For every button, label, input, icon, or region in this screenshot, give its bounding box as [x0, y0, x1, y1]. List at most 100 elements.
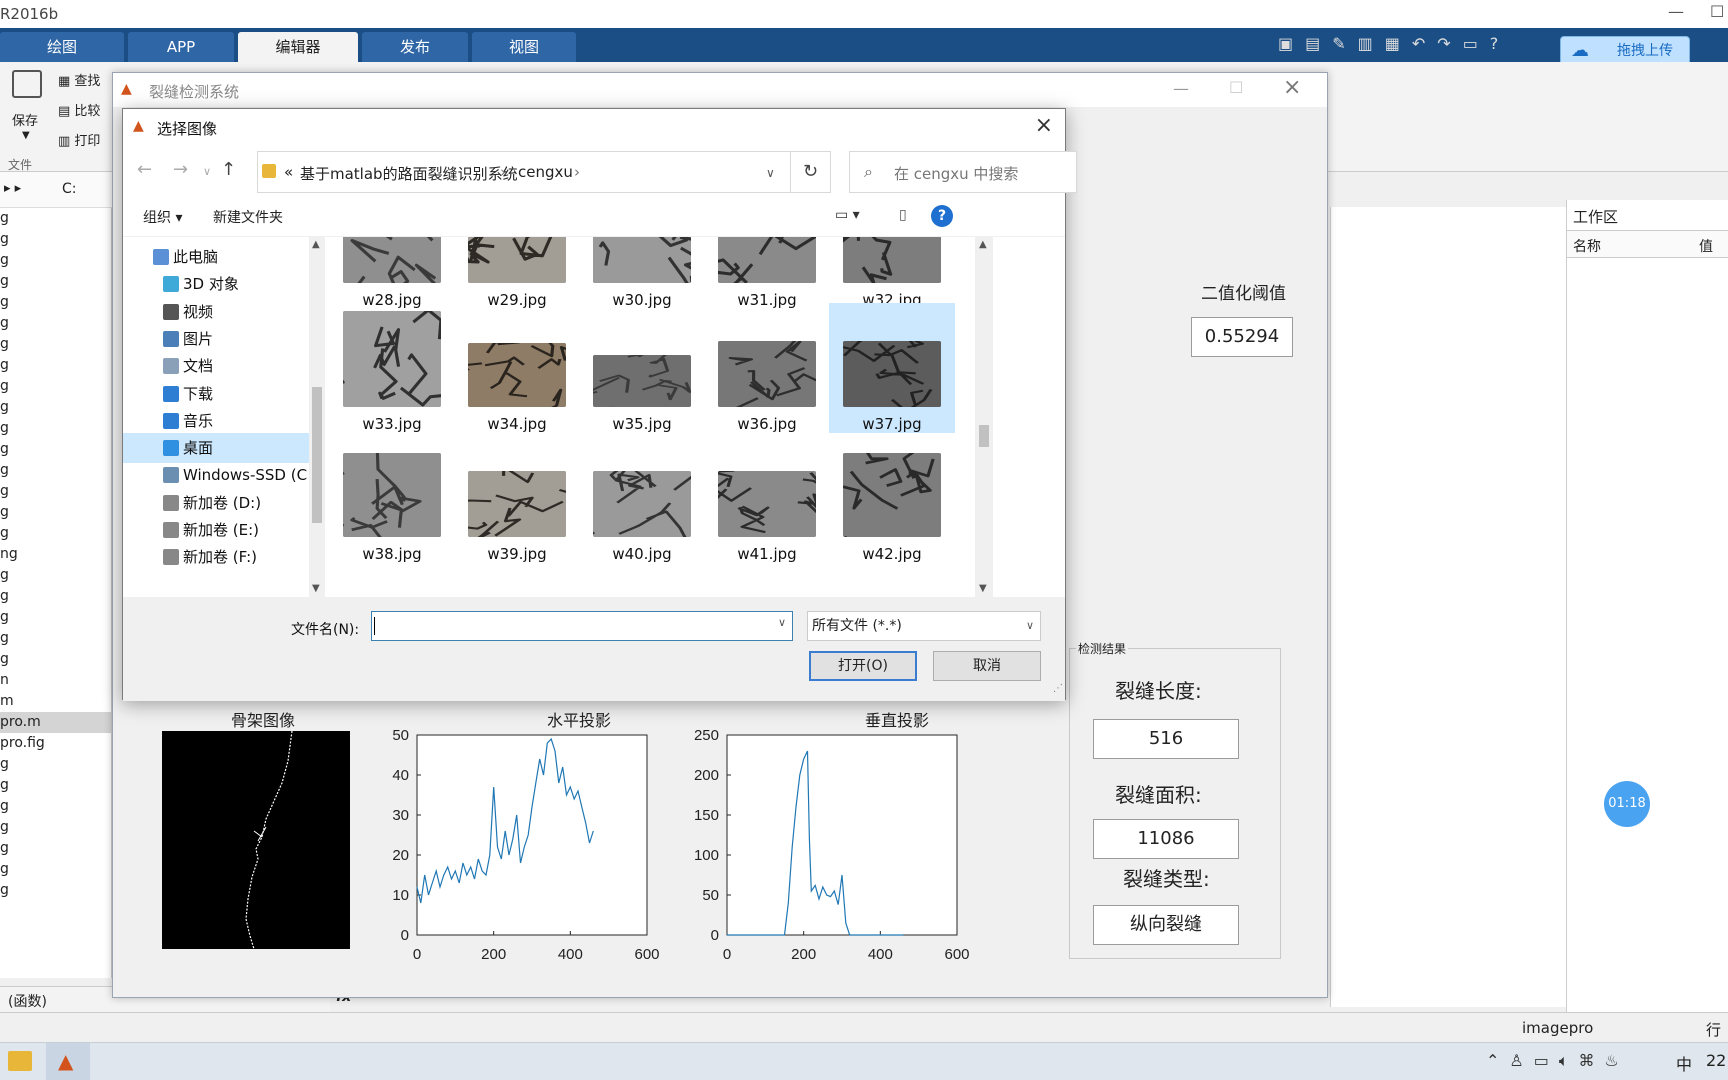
save-button[interactable]: 保存: [12, 110, 38, 129]
file-list-item[interactable]: g: [0, 649, 111, 670]
file-list-item[interactable]: g: [0, 565, 111, 586]
save-icon[interactable]: [12, 70, 42, 98]
breadcrumb-item[interactable]: 基于matlab的路面裂缝识别系统: [300, 163, 518, 184]
file-thumbnail[interactable]: w33.jpg: [329, 303, 455, 433]
chevron-down-icon[interactable]: ∨: [203, 165, 211, 178]
file-list-item[interactable]: m: [0, 691, 111, 712]
close-icon[interactable]: ×: [1035, 113, 1053, 138]
nav-item[interactable]: 下载: [123, 379, 309, 409]
print-button[interactable]: ▥ 打印: [58, 130, 100, 149]
file-list-item[interactable]: g: [0, 376, 111, 397]
tab-plots[interactable]: 绘图: [0, 32, 124, 62]
file-list-item[interactable]: g: [0, 460, 111, 481]
back-icon[interactable]: ←: [137, 159, 152, 180]
file-list-item[interactable]: g: [0, 859, 111, 880]
file-type-filter[interactable]: 所有文件 (*.*) ∨: [807, 611, 1041, 641]
file-list-item[interactable]: g: [0, 754, 111, 775]
file-thumbnail[interactable]: w37.jpg: [829, 303, 955, 433]
breadcrumb-sep-icon[interactable]: ›: [574, 163, 580, 181]
file-thumbnail[interactable]: w29.jpg: [454, 237, 580, 309]
file-list-item[interactable]: g: [0, 481, 111, 502]
nav-scrollbar[interactable]: ▲ ▼: [309, 237, 325, 597]
quick-access-icons[interactable]: ▣▤✎▥▦↶↷▭?: [1278, 34, 1510, 53]
file-list-item[interactable]: g: [0, 439, 111, 460]
file-list-item[interactable]: g: [0, 229, 111, 250]
file-thumbnail[interactable]: w40.jpg: [579, 437, 705, 567]
cancel-button[interactable]: 取消: [933, 651, 1041, 681]
scroll-down-icon[interactable]: ▼: [312, 583, 320, 594]
file-thumbnail[interactable]: w28.jpg: [329, 237, 455, 309]
nav-item[interactable]: 音乐: [123, 406, 309, 436]
file-list-item[interactable]: g: [0, 775, 111, 796]
breadcrumb-prefix[interactable]: «: [284, 163, 293, 181]
threshold-field[interactable]: 0.55294: [1191, 317, 1293, 357]
file-thumbnail[interactable]: w41.jpg: [704, 437, 830, 567]
file-thumbnail[interactable]: w42.jpg: [829, 437, 955, 567]
compare-button[interactable]: ▤ 比较: [58, 100, 100, 119]
nav-item[interactable]: 新加卷 (E:): [123, 515, 309, 545]
scroll-up-icon[interactable]: ▲: [979, 239, 987, 250]
resize-grip-icon[interactable]: ⋰: [1053, 683, 1063, 694]
maximize-icon[interactable]: ☐: [1710, 2, 1724, 21]
crack-length-field[interactable]: 516: [1093, 719, 1239, 759]
file-thumbnail[interactable]: w38.jpg: [329, 437, 455, 567]
close-icon[interactable]: ×: [1283, 75, 1301, 100]
file-list-item[interactable]: pro.m: [0, 712, 111, 733]
minimize-icon[interactable]: —: [1668, 2, 1684, 21]
file-thumbnail[interactable]: w36.jpg: [704, 303, 830, 433]
file-list-item[interactable]: g: [0, 586, 111, 607]
file-list-item[interactable]: g: [0, 418, 111, 439]
file-list-item[interactable]: g: [0, 250, 111, 271]
file-thumbnail[interactable]: w32.jpg: [829, 237, 955, 309]
minimize-icon[interactable]: —: [1173, 79, 1189, 98]
open-button[interactable]: 打开(O): [809, 651, 917, 681]
file-thumbnail[interactable]: w39.jpg: [454, 437, 580, 567]
chevron-down-icon[interactable]: ∨: [766, 166, 775, 180]
file-list-item[interactable]: pro.fig: [0, 733, 111, 754]
tab-editor[interactable]: 编辑器: [238, 32, 358, 62]
file-thumbnail[interactable]: w30.jpg: [579, 237, 705, 309]
file-explorer-icon[interactable]: [8, 1051, 32, 1071]
nav-item[interactable]: 视频: [123, 297, 309, 327]
scroll-up-icon[interactable]: ▲: [312, 239, 320, 250]
nav-item[interactable]: 此电脑: [123, 242, 309, 272]
taskbar-clock[interactable]: 22: [1706, 1051, 1726, 1070]
filename-input[interactable]: ∨: [371, 611, 793, 641]
file-list-item[interactable]: g: [0, 355, 111, 376]
file-list-item[interactable]: g: [0, 607, 111, 628]
chevron-down-icon[interactable]: ▼: [22, 130, 30, 141]
nav-item[interactable]: 3D 对象: [123, 269, 309, 299]
file-list-item[interactable]: ng: [0, 544, 111, 565]
crack-type-field[interactable]: 纵向裂缝: [1093, 905, 1239, 945]
nav-item[interactable]: 新加卷 (D:): [123, 488, 309, 518]
file-list-item[interactable]: g: [0, 334, 111, 355]
nav-item[interactable]: 桌面: [123, 433, 309, 464]
file-list-item[interactable]: g: [0, 628, 111, 649]
file-list-item[interactable]: g: [0, 880, 111, 901]
file-list-item[interactable]: g: [0, 796, 111, 817]
forward-icon[interactable]: →: [173, 159, 188, 180]
scroll-down-icon[interactable]: ▼: [979, 583, 987, 594]
maximize-icon[interactable]: ☐: [1229, 78, 1243, 97]
tab-publish[interactable]: 发布: [362, 32, 468, 62]
tray-icons[interactable]: ⌃♙▭🔈︎⌘♨︎: [1486, 1051, 1629, 1071]
new-folder-button[interactable]: 新建文件夹: [213, 207, 283, 227]
up-icon[interactable]: ↑: [221, 159, 236, 180]
breadcrumb-item[interactable]: cengxu: [518, 163, 573, 181]
search-box[interactable]: ⌕ 在 cengxu 中搜索: [849, 151, 1077, 193]
file-list-item[interactable]: g: [0, 523, 111, 544]
grid-scroll-thumb[interactable]: [979, 425, 989, 447]
view-options-icon[interactable]: ▭ ▾: [835, 207, 860, 223]
address-bar[interactable]: « 基于matlab的路面裂缝识别系统 › cengxu › ∨: [257, 151, 791, 193]
ime-indicator[interactable]: 中: [1676, 1051, 1692, 1075]
refresh-button[interactable]: ↻: [791, 151, 831, 193]
chevron-down-icon[interactable]: ∨: [778, 616, 786, 629]
tab-apps[interactable]: APP: [128, 32, 234, 62]
grid-scrollbar[interactable]: ▲ ▼: [975, 237, 993, 597]
preview-pane-icon[interactable]: ▯: [899, 207, 907, 223]
matlab-taskbar-button[interactable]: ▲: [46, 1043, 90, 1080]
file-list-item[interactable]: g: [0, 208, 111, 229]
current-path[interactable]: C:: [62, 181, 77, 197]
file-list-item[interactable]: g: [0, 817, 111, 838]
col-value[interactable]: 值: [1699, 236, 1713, 256]
